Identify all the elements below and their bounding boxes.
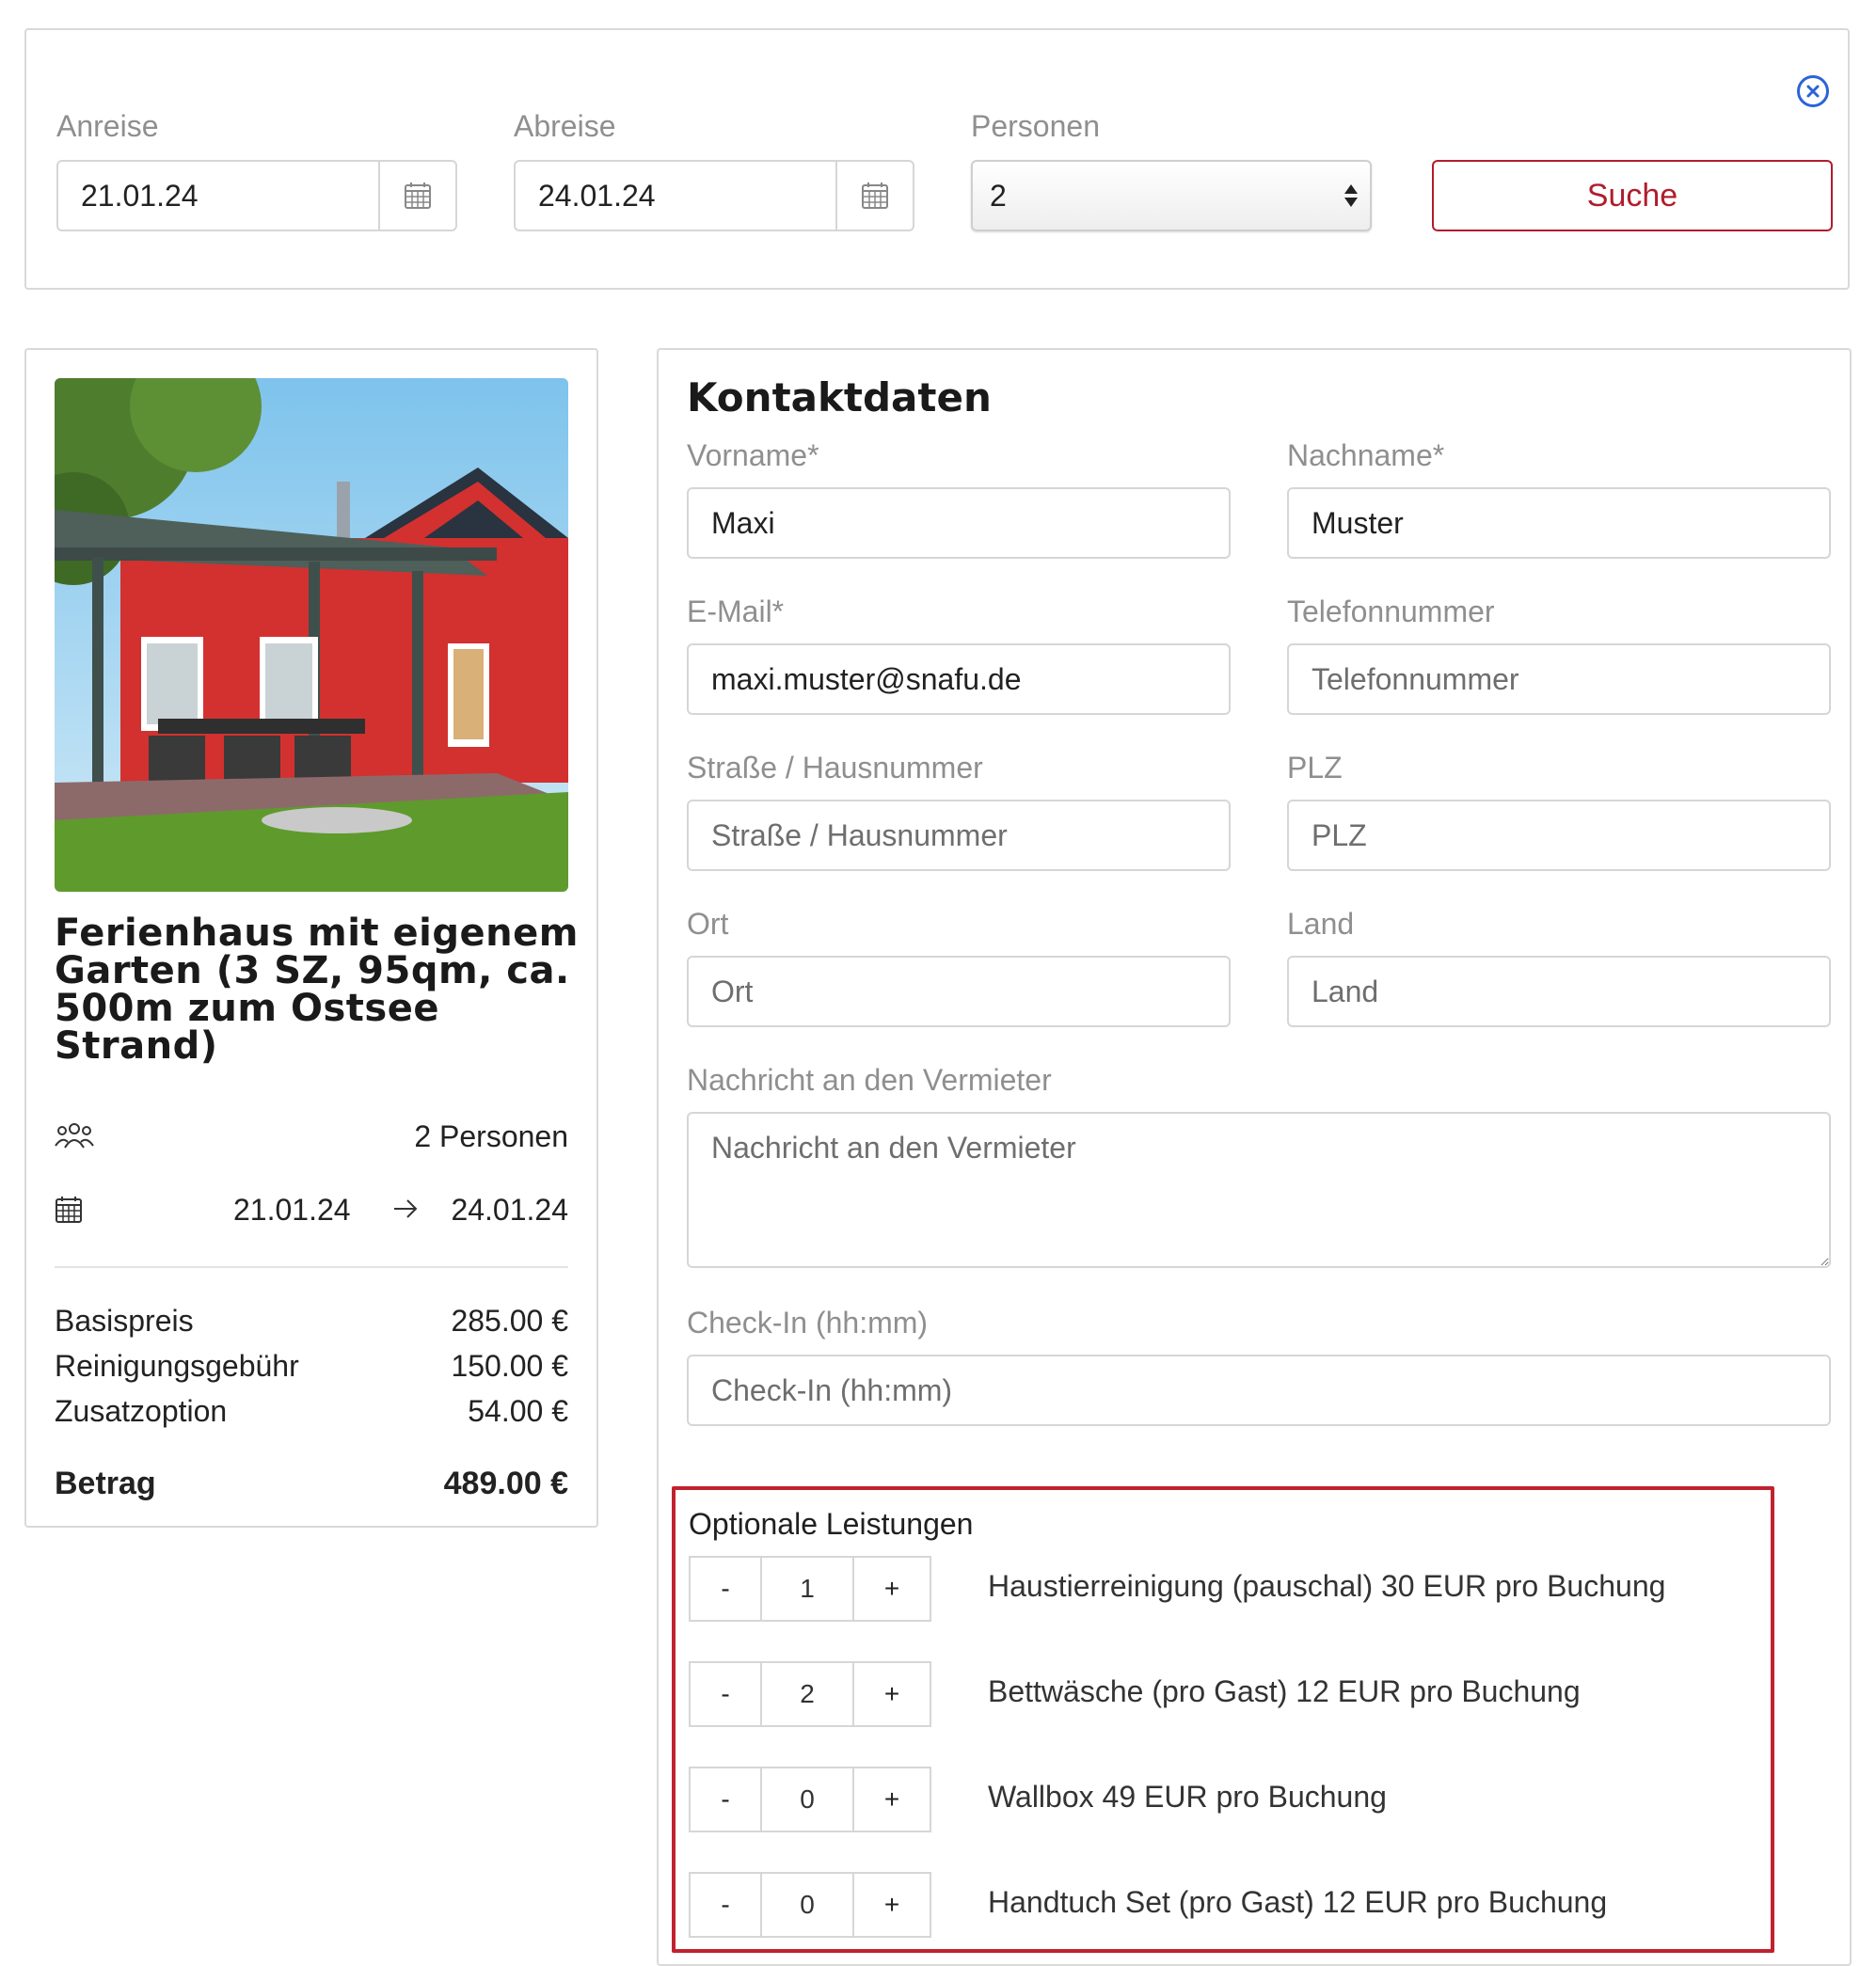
price-value: 150.00 € [451,1349,568,1383]
price-value: 285.00 € [451,1304,568,1338]
zip-input[interactable] [1287,800,1831,871]
select-arrows-icon [1332,184,1370,207]
date-to: 24.01.24 [451,1193,568,1227]
optional-services-title: Optionale Leistungen [689,1507,974,1541]
price-row-base: Basispreis 285.00 € [55,1304,568,1339]
message-textarea[interactable] [687,1112,1831,1268]
lastname-label: Nachname* [1287,438,1445,472]
persons-select-value: 2 [990,178,1007,213]
decrement-button[interactable]: - [691,1874,762,1936]
zip-label: PLZ [1287,751,1343,785]
calendar-icon[interactable] [378,162,455,230]
phone-input[interactable] [1287,643,1831,715]
divider [55,1266,568,1268]
decrement-button[interactable]: - [691,1558,762,1620]
increment-button[interactable]: + [852,1663,930,1725]
increment-button[interactable]: + [852,1874,930,1936]
country-input[interactable] [1287,956,1831,1027]
decrement-button[interactable]: - [691,1663,762,1725]
decrement-button[interactable]: - [691,1768,762,1831]
firstname-label: Vorname* [687,438,819,472]
contact-title: Kontaktdaten [687,374,992,420]
country-label: Land [1287,907,1355,941]
close-icon[interactable] [1797,75,1829,107]
property-photo [55,378,568,892]
city-label: Ort [687,907,729,941]
quantity-value[interactable]: 0 [762,1874,852,1936]
phone-label: Telefonnummer [1287,595,1495,628]
persons-label: Personen [971,109,1100,143]
option-label: Bettwäsche (pro Gast) 12 EUR pro Buchung [988,1674,1581,1708]
property-title: Ferienhaus mit eigenem Garten (3 SZ, 95q… [55,912,579,1068]
total-value: 489.00 € [443,1466,568,1501]
option-label: Haustierreinigung (pauschal) 30 EUR pro … [988,1569,1666,1603]
price-value: 54.00 € [468,1394,568,1428]
search-button[interactable]: Suche [1432,160,1833,231]
property-summary-card: Ferienhaus mit eigenem Garten (3 SZ, 95q… [24,348,598,1528]
persons-select[interactable]: 2 [971,160,1372,231]
price-row-total: Betrag 489.00 € [55,1466,568,1502]
departure-label: Abreise [514,109,616,143]
firstname-input[interactable] [687,487,1231,559]
quantity-stepper: - 0 + [689,1872,931,1938]
departure-date-value: 24.01.24 [538,178,656,213]
city-input[interactable] [687,956,1231,1027]
message-label: Nachricht an den Vermieter [687,1063,1052,1097]
arrival-date-field[interactable]: 21.01.24 [56,160,457,231]
calendar-icon [55,1195,83,1232]
date-from: 21.01.24 [233,1193,351,1227]
option-label: Handtuch Set (pro Gast) 12 EUR pro Buchu… [988,1885,1608,1919]
quantity-stepper: - 0 + [689,1767,931,1832]
date-range-row: 21.01.24 24.01.24 [55,1193,568,1230]
contact-form-card: Kontaktdaten Vorname* Nachname* E-Mail* … [657,348,1852,1966]
price-label: Basispreis [55,1304,194,1338]
price-row-cleaning: Reinigungsgebühr 150.00 € [55,1349,568,1384]
quantity-value[interactable]: 2 [762,1663,852,1725]
option-label: Wallbox 49 EUR pro Buchung [988,1780,1387,1814]
quantity-value[interactable]: 1 [762,1558,852,1620]
arrow-right-icon [391,1195,420,1230]
price-label: Zusatzoption [55,1394,228,1428]
arrival-label: Anreise [56,109,159,143]
persons-count: 2 Personen [414,1119,568,1153]
quantity-stepper: - 1 + [689,1556,931,1622]
email-input[interactable] [687,643,1231,715]
optional-services-box: Optionale Leistungen - 1 + Haustierreini… [672,1486,1774,1953]
checkin-label: Check-In (hh:mm) [687,1306,929,1340]
street-label: Straße / Hausnummer [687,751,983,785]
departure-date-field[interactable]: 24.01.24 [514,160,914,231]
street-input[interactable] [687,800,1231,871]
price-row-extra: Zusatzoption 54.00 € [55,1394,568,1429]
calendar-icon[interactable] [835,162,913,230]
total-label: Betrag [55,1466,156,1501]
increment-button[interactable]: + [852,1558,930,1620]
people-icon [55,1119,94,1161]
lastname-input[interactable] [1287,487,1831,559]
persons-row: 2 Personen [55,1119,568,1157]
arrival-date-value: 21.01.24 [81,178,199,213]
email-label: E-Mail* [687,595,785,628]
quantity-stepper: - 2 + [689,1661,931,1727]
search-panel: Anreise 21.01.24 Abreise 24.01.24 Person… [24,28,1850,290]
quantity-value[interactable]: 0 [762,1768,852,1831]
price-label: Reinigungsgebühr [55,1349,299,1383]
increment-button[interactable]: + [852,1768,930,1831]
checkin-input[interactable] [687,1355,1831,1426]
